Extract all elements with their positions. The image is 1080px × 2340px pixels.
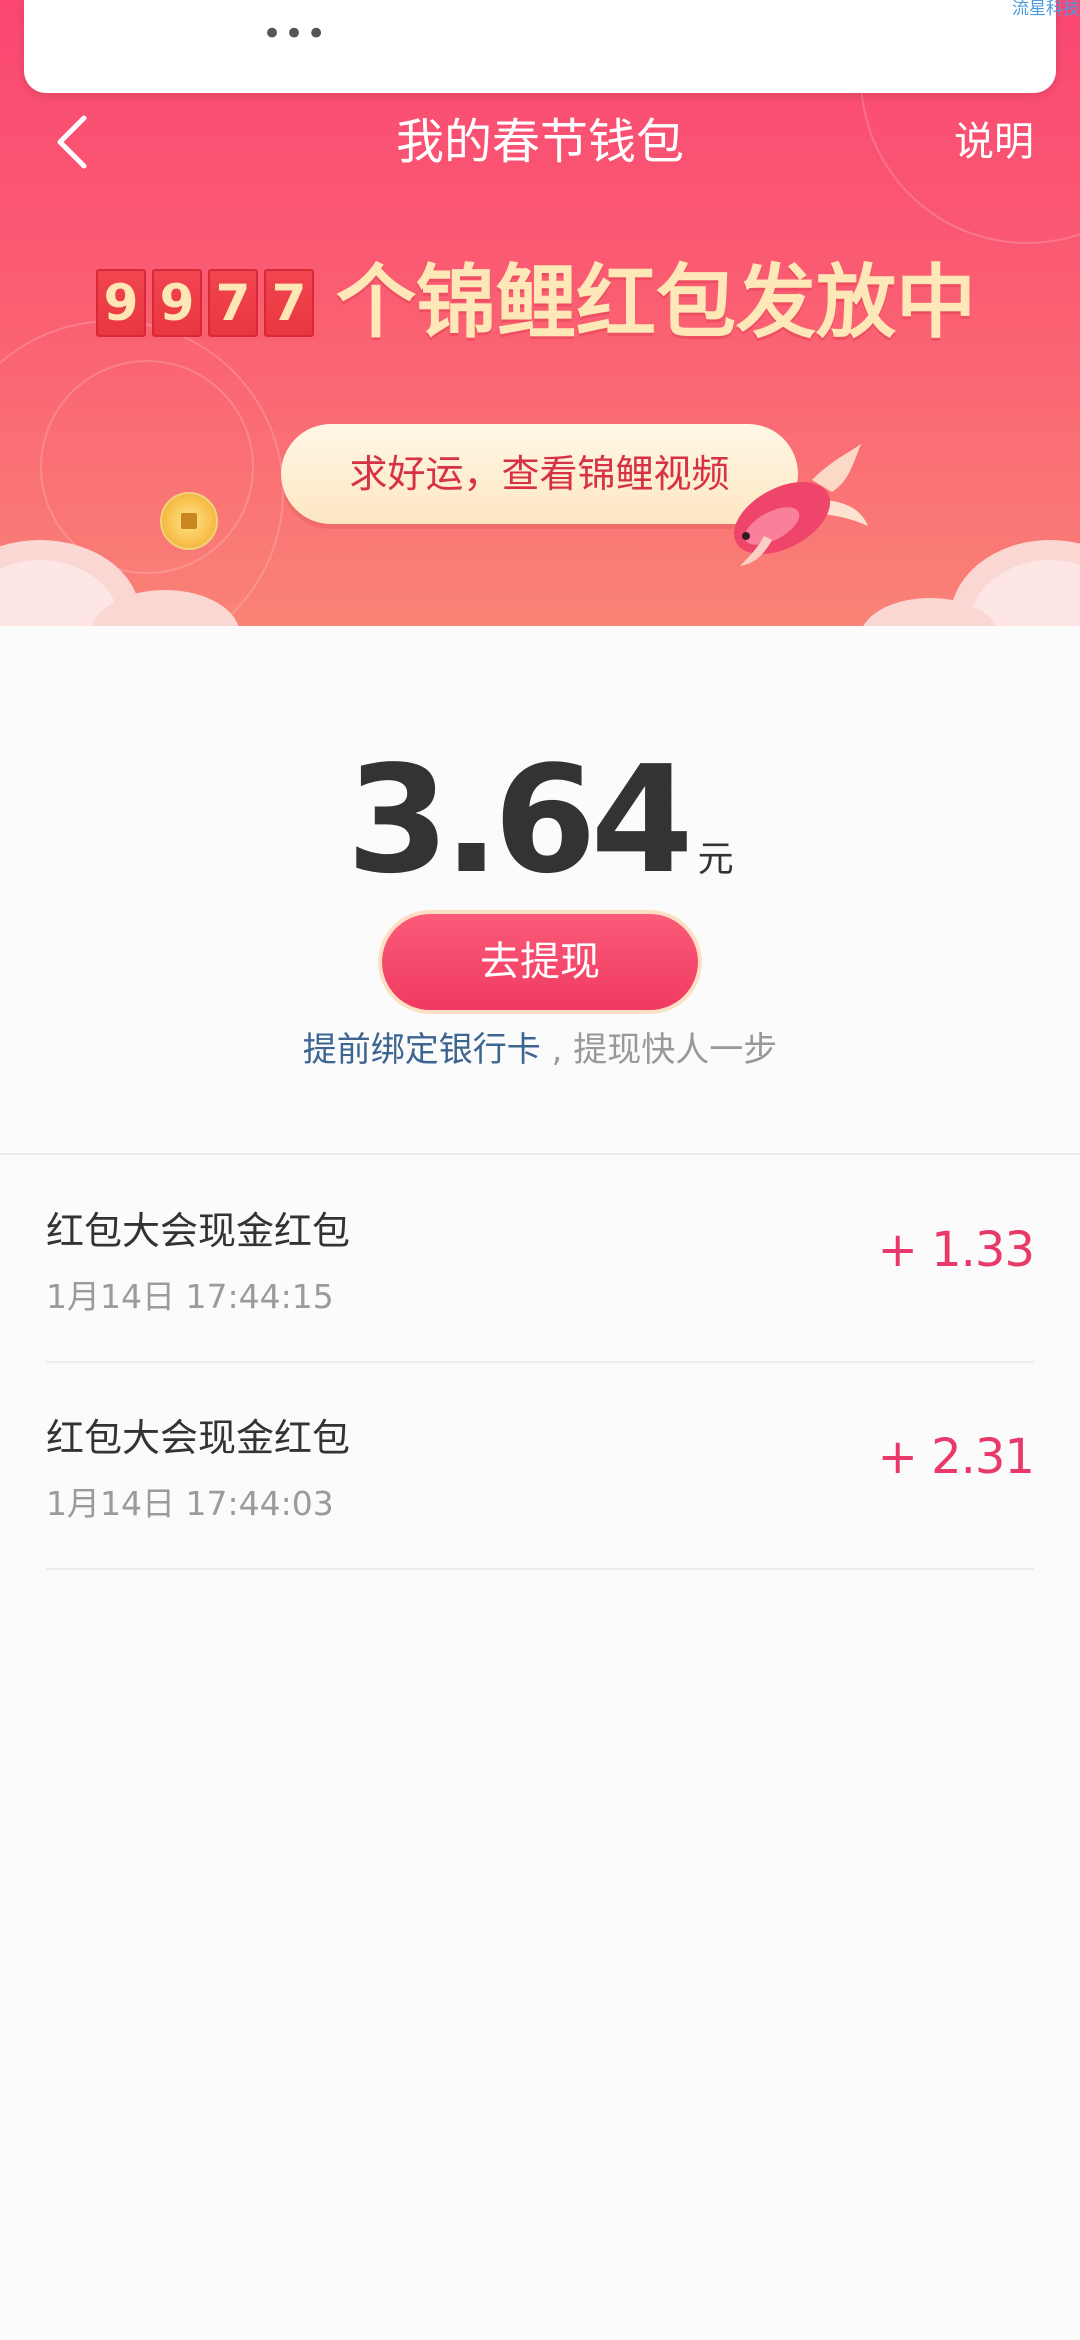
transaction-title: 红包大会现金红包 — [46, 1209, 351, 1253]
withdraw-button[interactable]: 去提现 — [382, 914, 698, 1010]
transaction-amount: + 1.33 — [877, 1222, 1035, 1278]
transaction-row: 红包大会现金红包 1月14日 17:44:03 + 2.31 — [46, 1362, 1035, 1570]
page-title: 我的春节钱包 — [395, 114, 684, 170]
counter-digit: 7 — [264, 269, 314, 337]
koi-fish-icon — [733, 442, 868, 566]
transaction-time: 1月14日 17:44:03 — [46, 1484, 334, 1523]
bind-bank-card-link[interactable]: 提前绑定银行卡 — [303, 1030, 541, 1070]
bind-card-tip: 提前绑定银行卡 , 提现快人一步 — [0, 1026, 1080, 1074]
transaction-amount: + 2.31 — [877, 1429, 1035, 1485]
bind-tip-suffix: , 提现快人一步 — [540, 1030, 778, 1070]
lucky-counter: 9 9 7 7 个锦鲤红包发放中 — [96, 258, 976, 348]
counter-digit: 9 — [152, 269, 202, 337]
transaction-time: 1月14日 17:44:15 — [46, 1277, 334, 1316]
balance-unit: 元 — [697, 839, 734, 880]
transaction-row: 红包大会现金红包 1月14日 17:44:15 + 1.33 — [46, 1155, 1035, 1363]
more-icon[interactable]: ••• — [262, 14, 328, 54]
coin-icon — [160, 492, 218, 550]
balance-amount: 3.64 — [346, 734, 693, 906]
counter-digit: 9 — [96, 269, 146, 337]
top-popup: ••• — [24, 0, 1056, 93]
counter-digit: 7 — [208, 269, 258, 337]
counter-text: 个锦鲤红包发放中 — [336, 256, 976, 349]
header-banner: 我的春节钱包 说明 9 9 7 7 个锦鲤红包发放中 求好运，查看锦鲤视频 — [0, 0, 1080, 626]
help-link[interactable]: 说明 — [954, 112, 1034, 172]
corner-watermark-text: 流星科技 — [1012, 0, 1080, 19]
transaction-title: 红包大会现金红包 — [46, 1416, 351, 1460]
